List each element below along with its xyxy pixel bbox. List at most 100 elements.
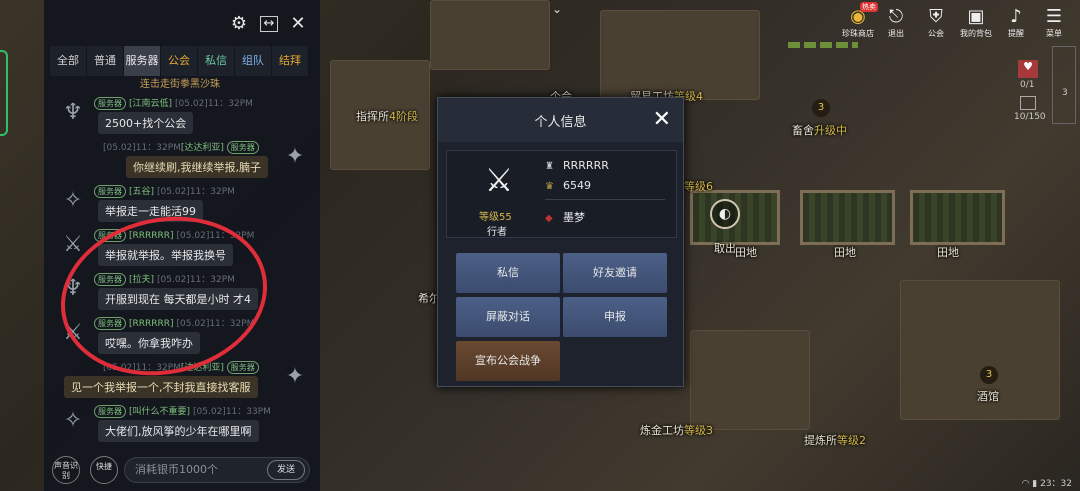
report-button[interactable]: 申报 <box>563 297 667 337</box>
building <box>600 10 760 100</box>
shield-icon: ⛨ <box>929 6 943 27</box>
player-guild: 墨梦 <box>563 211 585 224</box>
status-bar: ◠ ▮ 23：32 <box>1022 476 1072 489</box>
message-text: 你继续刷,我继续举报,腩子 <box>126 156 268 178</box>
player-info-dialog: 个人信息 ✕ ⚔ 等级55 行者 ♜ RRRRRR ♛ 6549 ◆ 墨梦 私信 好友… <box>437 97 684 387</box>
inventory-button[interactable]: ▣ 我的背包 <box>956 6 996 40</box>
count-badge: 3 <box>812 99 830 117</box>
farm-field[interactable] <box>800 190 895 245</box>
bell-icon: ♪ <box>1010 6 1022 27</box>
building <box>690 330 810 430</box>
message-text: 2500+找个公会 <box>98 112 194 134</box>
notification-button[interactable]: ♪ 提醒 <box>996 6 1036 40</box>
map-label-level6: 等级6 <box>684 180 713 193</box>
map-label-barn[interactable]: 畜舍升级中 <box>792 122 847 138</box>
message-text: 见一个我举报一个,不封我直接找客服 <box>64 376 258 398</box>
chat-input-bar: 声音识别 快捷 消耗银币1000个 发送 <box>44 451 320 491</box>
harvest-icon[interactable]: ◐ <box>710 199 740 229</box>
class-emblem-icon: ✧ <box>63 188 83 213</box>
server-tag: 服务器 <box>94 185 126 198</box>
sender-name[interactable]: [江南云低] <box>129 99 172 109</box>
chat-message[interactable]: ✧ 服务器 [叫什么不重要] [05.02]11：33PM 大佬们,放风筝的少年在哪… <box>50 404 316 446</box>
hud-label: 菜单 <box>1046 29 1062 38</box>
message-time: [05.02]11：32PM <box>175 99 253 109</box>
whisper-button[interactable]: 私信 <box>456 253 560 293</box>
player-class: 行者 <box>487 227 507 238</box>
server-tag: 服务器 <box>226 361 259 374</box>
close-icon[interactable]: ✕ <box>653 107 671 132</box>
chat-header: ⚙ ↔ ✕ <box>44 0 320 46</box>
status-time: 23：32 <box>1040 479 1072 489</box>
map-label-refinery[interactable]: 提炼所等级2 <box>804 432 866 448</box>
guild-emblem-icon: ◆ <box>545 213 553 224</box>
chat-message[interactable]: ♆ 服务器 [江南云低] [05.02]11：32PM 2500+找个公会 <box>50 96 316 138</box>
voice-input-button[interactable]: 声音识别 <box>52 456 80 484</box>
pearl-shop-button[interactable]: ◉ 珍珠商店 热卖 <box>838 2 878 40</box>
class-emblem-icon: ✦ <box>285 144 305 169</box>
message-time: [05.02]11：33PM <box>193 407 271 417</box>
player-name-row: ♜ RRRRRR <box>545 159 609 172</box>
worker-icon[interactable] <box>1020 96 1036 110</box>
send-button[interactable]: 发送 <box>267 460 305 480</box>
class-emblem-icon: ♆ <box>63 100 83 125</box>
sender-name[interactable]: [叫什么不重要] <box>129 407 190 417</box>
expand-icon[interactable]: ↔ <box>260 16 278 32</box>
exit-button[interactable]: ⎋ 退出 <box>876 6 916 40</box>
progress-ticks <box>788 42 858 48</box>
chevron-down-icon[interactable]: ⌄ <box>552 2 562 16</box>
friend-invite-button[interactable]: 好友邀请 <box>563 253 667 293</box>
building <box>430 0 550 70</box>
side-panel-frame[interactable] <box>1052 46 1076 124</box>
class-emblem-icon: ✦ <box>285 364 305 389</box>
message-time: [05.02]11：32PM <box>103 143 181 153</box>
menu-button[interactable]: ☰ 菜单 <box>1034 6 1074 40</box>
map-label-tavern[interactable]: 酒馆 <box>977 388 999 404</box>
left-edge-handle[interactable] <box>0 50 8 136</box>
partial-message: 连击走街拳黑沙珠 <box>140 79 220 90</box>
class-emblem-icon: ✧ <box>63 408 83 433</box>
divider <box>545 199 665 200</box>
map-label-command-post[interactable]: 指挥所4阶段 <box>356 108 418 124</box>
close-icon[interactable]: ✕ <box>288 14 308 34</box>
wifi-icon: ◠ ▮ <box>1021 479 1041 489</box>
message-meta: [05.02]11：32PM[达达利亚] 服务器 <box>100 140 262 154</box>
map-label-alchemy[interactable]: 炼金工坊等级3 <box>640 422 713 438</box>
chat-input[interactable]: 消耗银币1000个 发送 <box>124 457 310 483</box>
hud-label: 公会 <box>928 29 944 38</box>
hamburger-icon: ☰ <box>1045 6 1063 27</box>
gear-icon[interactable]: ⚙ <box>229 14 249 34</box>
message-meta: 服务器 [叫什么不重要] [05.02]11：33PM <box>94 404 271 418</box>
bag-icon: ▣ <box>967 6 985 27</box>
message-meta: 服务器 [江南云低] [05.02]11：32PM <box>94 96 253 110</box>
message-meta: 服务器 [五谷] [05.02]11：32PM <box>94 184 235 198</box>
map-label-field[interactable]: 田地 <box>834 244 856 260</box>
player-guild-row: ◆ 墨梦 <box>545 209 585 225</box>
count-badge: 3 <box>980 366 998 384</box>
player-power-row: ♛ 6549 <box>545 179 591 192</box>
declare-guild-war-button[interactable]: 宣布公会战争 <box>456 341 560 381</box>
hud-label: 提醒 <box>1008 29 1024 38</box>
server-tag: 服务器 <box>94 405 126 418</box>
player-level: 等级55 <box>479 212 512 223</box>
player-name: RRRRRR <box>563 159 609 172</box>
heart-icon[interactable]: ♥ <box>1018 60 1038 78</box>
guild-button[interactable]: ⛨ 公会 <box>916 6 956 40</box>
message-time: [05.02]11：32PM <box>157 187 235 197</box>
farm-field[interactable] <box>910 190 1005 245</box>
map-label-take-out[interactable]: 取出 <box>714 240 736 256</box>
dialog-title: 个人信息 <box>534 115 587 130</box>
message-text: 大佬们,放风筝的少年在哪里啊 <box>98 420 259 442</box>
side-counter: 0/1 <box>1020 80 1035 90</box>
player-power: 6549 <box>563 179 591 192</box>
chat-message[interactable]: [05.02]11：32PM[达达利亚] 服务器 你继续刷,我继续举报,腩子 ✦ <box>50 140 316 182</box>
block-chat-button[interactable]: 屏蔽对话 <box>456 297 560 337</box>
name-icon: ♜ <box>545 161 554 172</box>
player-info-card: ⚔ 等级55 行者 ♜ RRRRRR ♛ 6549 ◆ 墨梦 <box>446 150 677 238</box>
hud-label: 珍珠商店 <box>842 29 874 38</box>
map-label-field[interactable]: 田地 <box>937 244 959 260</box>
class-emblem-icon: ⚔ <box>484 161 514 199</box>
quick-phrase-button[interactable]: 快捷 <box>90 456 118 484</box>
map-label-field[interactable]: 田地 <box>735 244 757 260</box>
sender-name[interactable]: [达达利亚] <box>181 143 224 153</box>
sender-name[interactable]: [五谷] <box>129 187 154 197</box>
